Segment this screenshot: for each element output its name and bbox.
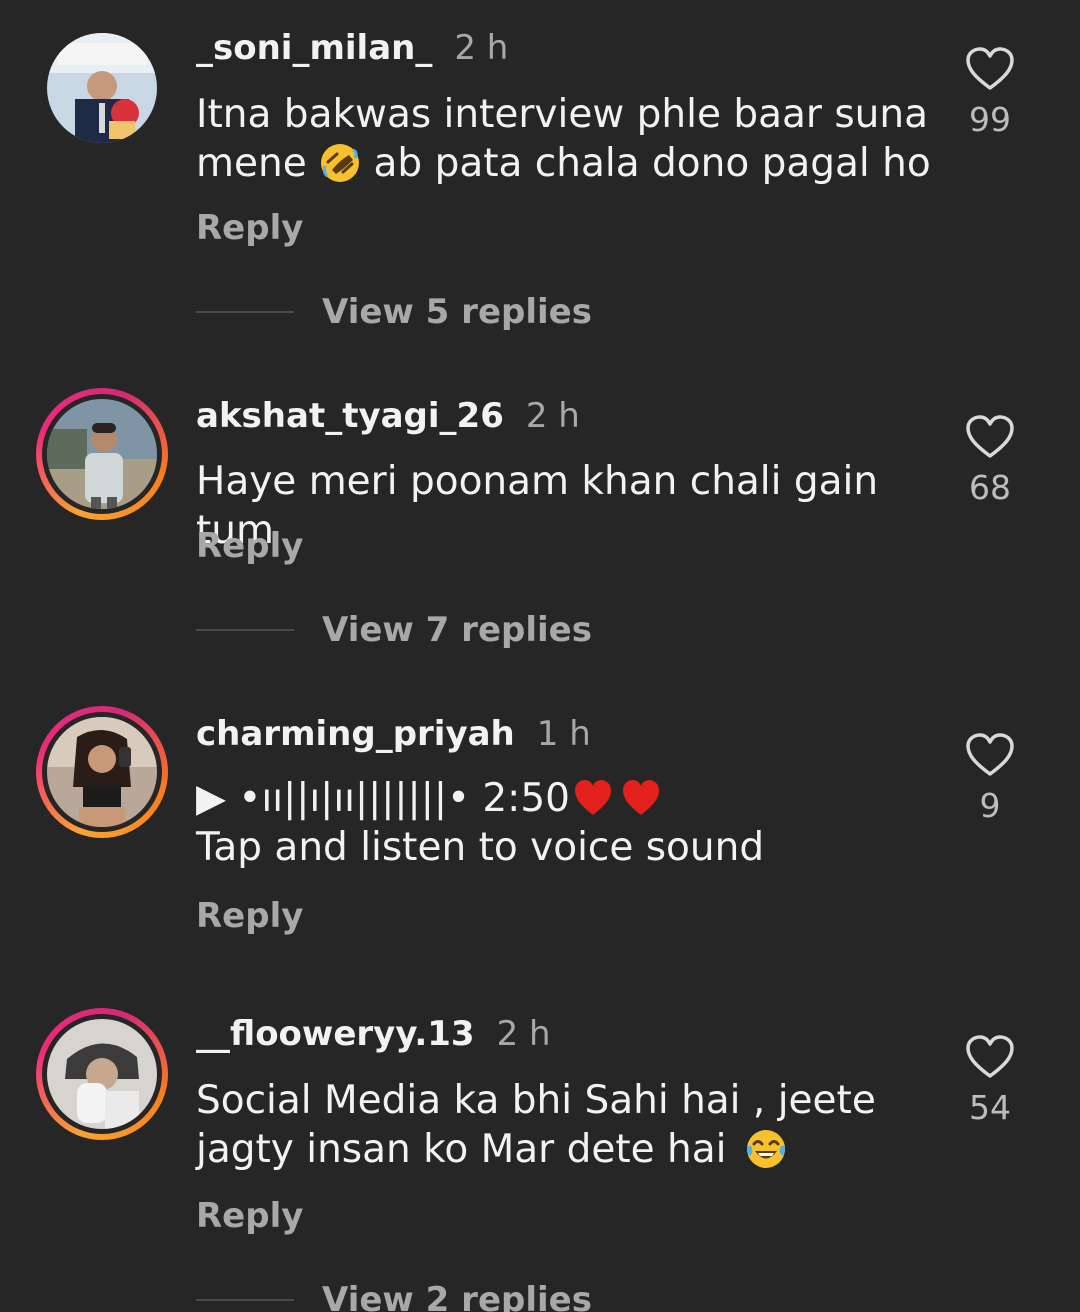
comment-item: _soni_milan_ 2 h Itna bakwas interview p… <box>0 0 1080 340</box>
like-count: 54 <box>969 1088 1011 1127</box>
voice-waveform-text: ▶ •ıı||ı|ıı|||||||• 2:50 <box>196 776 570 821</box>
divider <box>196 311 294 313</box>
comment-username[interactable]: __flooweryy.13 <box>196 1014 475 1054</box>
avatar-story-ring[interactable] <box>36 388 168 520</box>
avatar-image <box>47 33 157 143</box>
reply-button[interactable]: Reply <box>196 208 303 248</box>
view-replies-label: View 5 replies <box>322 292 592 332</box>
face-with-tears-of-joy-emoji-icon <box>746 1130 785 1168</box>
heart-outline-icon <box>966 47 1014 90</box>
divider <box>196 629 294 631</box>
comment-timestamp: 2 h <box>454 28 509 68</box>
comment-username[interactable]: akshat_tyagi_26 <box>196 396 504 436</box>
heart-outline-icon <box>966 733 1014 776</box>
heart-outline-icon <box>966 1035 1014 1078</box>
reply-button[interactable]: Reply <box>196 526 303 566</box>
comment-text: Itna bakwas interview phle baar suna men… <box>196 92 931 186</box>
avatar-image <box>47 1019 157 1129</box>
comment-item: charming_priyah 1 h ▶ •ıı||ı|ıı|||||||• … <box>0 688 1080 958</box>
comment-item: akshat_tyagi_26 2 h Haye meri poonam kha… <box>0 370 1080 660</box>
comment-text: Social Media ka bhi Sahi hai , jeete jag… <box>196 1078 876 1172</box>
view-replies-label: View 2 replies <box>322 1280 592 1312</box>
view-replies-label: View 7 replies <box>322 610 592 650</box>
reply-button[interactable]: Reply <box>196 1196 303 1236</box>
comment-timestamp: 2 h <box>496 1014 551 1054</box>
avatar[interactable] <box>36 22 168 154</box>
view-replies-button[interactable]: View 2 replies <box>196 1280 592 1312</box>
divider <box>196 1299 294 1301</box>
comment-text: ▶ •ıı||ı|ıı|||||||• 2:50 Tap and listen … <box>196 776 765 870</box>
like-button[interactable]: 68 <box>950 414 1030 507</box>
like-count: 99 <box>969 100 1011 139</box>
view-replies-button[interactable]: View 5 replies <box>196 292 592 332</box>
comment-username[interactable]: _soni_milan_ <box>196 28 432 68</box>
like-count: 68 <box>969 468 1011 507</box>
comment-item: __flooweryy.13 2 h Social Media ka bhi S… <box>0 990 1080 1312</box>
comment-timestamp: 2 h <box>525 396 580 436</box>
heart-outline-icon <box>966 415 1014 458</box>
comment-username[interactable]: charming_priyah <box>196 714 515 754</box>
avatar-image <box>47 717 157 827</box>
like-button[interactable]: 99 <box>950 46 1030 139</box>
like-button[interactable]: 9 <box>950 732 1030 825</box>
like-count: 9 <box>979 786 1001 825</box>
avatar-story-ring[interactable] <box>36 1008 168 1140</box>
red-heart-emoji-icon <box>574 780 611 815</box>
avatar-story-ring[interactable] <box>36 706 168 838</box>
like-button[interactable]: 54 <box>950 1034 1030 1127</box>
view-replies-button[interactable]: View 7 replies <box>196 610 592 650</box>
comment-timestamp: 1 h <box>536 714 591 754</box>
comment-text: Haye meri poonam khan chali gain tum <box>196 459 879 553</box>
red-heart-emoji-icon <box>622 780 659 815</box>
rolling-on-floor-laughing-emoji-icon <box>321 144 360 182</box>
reply-button[interactable]: Reply <box>196 896 303 936</box>
avatar-image <box>47 399 157 509</box>
